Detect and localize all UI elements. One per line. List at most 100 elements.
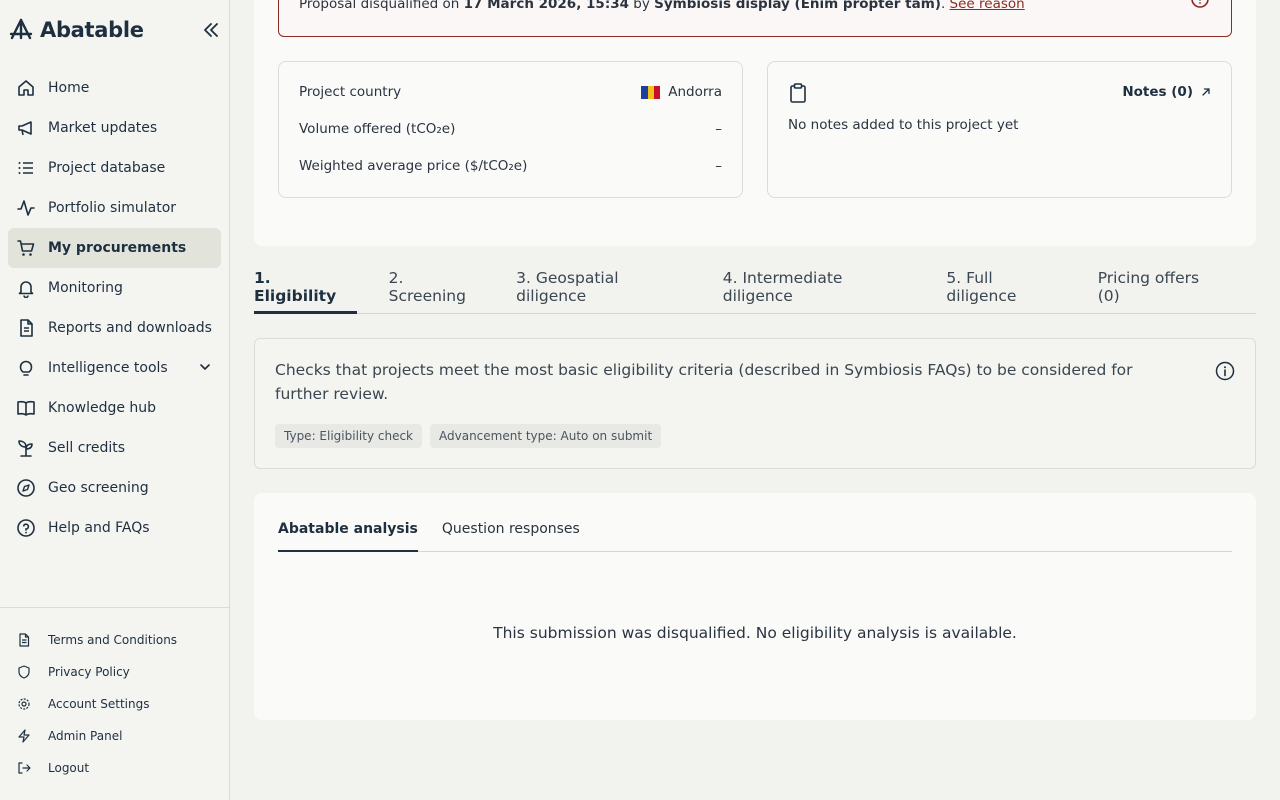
sidebar-item-project-database[interactable]: Project database <box>8 148 221 188</box>
document-icon <box>16 318 36 338</box>
list-icon <box>16 158 36 178</box>
collapse-sidebar-button[interactable] <box>200 20 222 40</box>
tab-intermediate-diligence[interactable]: 4. Intermediate diligence <box>723 262 915 313</box>
see-reason-link[interactable]: See reason <box>950 0 1025 12</box>
alert-text: Proposal disqualified on 17 March 2026, … <box>299 0 1025 12</box>
stage-chips: Type: Eligibility check Advancement type… <box>275 424 662 448</box>
analysis-tabs: Abatable analysis Question responses <box>278 507 1232 552</box>
bolt-icon <box>16 728 32 744</box>
tab-pricing-offers[interactable]: Pricing offers (0) <box>1098 262 1224 313</box>
sidebar-item-market-updates[interactable]: Market updates <box>8 108 221 148</box>
sidebar-item-label: Portfolio simulator <box>48 200 177 216</box>
alert-period: . <box>940 0 950 12</box>
main-nav: Home Market updates Project database Por… <box>8 68 221 548</box>
arrow-up-right-icon <box>1202 88 1210 96</box>
type-chip: Type: Eligibility check <box>275 424 422 448</box>
disqualified-alert: Proposal disqualified on 17 March 2026, … <box>278 0 1232 37</box>
andorra-flag-icon <box>641 85 661 99</box>
sidebar-divider <box>0 607 229 608</box>
footer-item-label: Logout <box>48 761 90 775</box>
compass-icon <box>16 478 36 498</box>
sidebar-item-geo-screening[interactable]: Geo screening <box>8 468 221 508</box>
sidebar-item-home[interactable]: Home <box>8 68 221 108</box>
alert-date: 17 March 2026, 15:34 <box>463 0 629 12</box>
sidebar-item-intelligence-tools[interactable]: Intelligence tools <box>8 348 221 388</box>
footer-item-label: Terms and Conditions <box>48 633 178 647</box>
sidebar-item-label: Sell credits <box>48 440 126 456</box>
tab-question-responses[interactable]: Question responses <box>442 507 580 551</box>
sidebar-item-label: Help and FAQs <box>48 520 150 536</box>
weighted-price-row: Weighted average price ($/tCO₂e) – <box>299 156 722 176</box>
footer-item-terms[interactable]: Terms and Conditions <box>8 624 221 656</box>
footer-item-label: Privacy Policy <box>48 665 130 679</box>
gear-icon <box>16 696 32 712</box>
brand-name: Abatable <box>40 18 144 42</box>
sidebar-item-label: Monitoring <box>48 280 123 296</box>
sidebar-item-label: Geo screening <box>48 480 149 496</box>
chevron-down-icon <box>200 364 210 370</box>
book-icon <box>16 398 36 418</box>
activity-icon <box>16 198 36 218</box>
project-country-value: Andorra <box>668 84 722 100</box>
notes-link[interactable]: Notes (0) <box>1122 84 1211 100</box>
sidebar-item-label: Home <box>48 80 90 96</box>
weighted-price-value: – <box>715 158 722 174</box>
volume-offered-label: Volume offered (tCO₂e) <box>299 121 456 137</box>
megaphone-icon <box>16 118 36 138</box>
stage-description-box: Checks that projects meet the most basic… <box>254 338 1256 469</box>
project-info-card: Project country Andorra Volume offered (… <box>278 61 743 198</box>
info-icon[interactable] <box>1215 361 1235 381</box>
notes-link-label: Notes (0) <box>1122 84 1193 100</box>
tab-screening[interactable]: 2. Screening <box>389 262 485 313</box>
tab-eligibility[interactable]: 1. Eligibility <box>254 262 357 314</box>
sidebar-item-label: Market updates <box>48 120 158 136</box>
weighted-price-label: Weighted average price ($/tCO₂e) <box>299 158 528 174</box>
sidebar-item-help-and-faqs[interactable]: Help and FAQs <box>8 508 221 548</box>
sidebar-item-label: Project database <box>48 160 166 176</box>
tab-geospatial-diligence[interactable]: 3. Geospatial diligence <box>516 262 691 313</box>
help-icon <box>16 518 36 538</box>
sidebar-item-label: Reports and downloads <box>48 320 212 336</box>
document-icon <box>16 632 32 648</box>
footer-item-admin-panel[interactable]: Admin Panel <box>8 720 221 752</box>
sidebar-item-monitoring[interactable]: Monitoring <box>8 268 221 308</box>
sidebar: Abatable Home Market updates Project dat… <box>0 0 230 800</box>
bell-icon <box>16 278 36 298</box>
lightbulb-icon <box>16 358 36 378</box>
analysis-card: Abatable analysis Question responses Thi… <box>254 493 1256 720</box>
sidebar-item-portfolio-simulator[interactable]: Portfolio simulator <box>8 188 221 228</box>
home-icon <box>16 78 36 98</box>
volume-offered-row: Volume offered (tCO₂e) – <box>299 119 722 139</box>
footer-item-label: Admin Panel <box>48 729 123 743</box>
project-country-label: Project country <box>299 84 402 100</box>
sidebar-item-my-procurements[interactable]: My procurements <box>8 228 221 268</box>
notes-empty-text: No notes added to this project yet <box>788 117 1019 133</box>
alert-circle-icon <box>1191 0 1209 8</box>
alert-actor: Symbiosis display (Enim propter tam) <box>654 0 941 12</box>
footer-item-account-settings[interactable]: Account Settings <box>8 688 221 720</box>
tab-full-diligence[interactable]: 5. Full diligence <box>946 262 1065 313</box>
footer-nav: Terms and Conditions Privacy Policy Acco… <box>8 624 221 784</box>
clipboard-icon <box>790 83 806 103</box>
shield-icon <box>16 664 32 680</box>
sidebar-item-sell-credits[interactable]: Sell credits <box>8 428 221 468</box>
sidebar-item-label: My procurements <box>48 240 187 256</box>
footer-item-logout[interactable]: Logout <box>8 752 221 784</box>
footer-item-label: Account Settings <box>48 697 150 711</box>
alert-by: by <box>629 0 655 12</box>
notes-card: Notes (0) No notes added to this project… <box>767 61 1232 198</box>
brand-logo[interactable]: Abatable <box>8 16 144 44</box>
alert-prefix: Proposal disqualified on <box>299 0 464 12</box>
sidebar-item-label: Intelligence tools <box>48 360 168 376</box>
sprout-icon <box>16 438 36 458</box>
advancement-type-chip: Advancement type: Auto on submit <box>430 424 662 448</box>
sidebar-item-reports-and-downloads[interactable]: Reports and downloads <box>8 308 221 348</box>
abatable-logo-icon <box>9 18 33 40</box>
sidebar-item-knowledge-hub[interactable]: Knowledge hub <box>8 388 221 428</box>
footer-item-privacy[interactable]: Privacy Policy <box>8 656 221 688</box>
logout-icon <box>16 760 32 776</box>
sidebar-item-label: Knowledge hub <box>48 400 157 416</box>
volume-offered-value: – <box>715 121 722 137</box>
tab-abatable-analysis[interactable]: Abatable analysis <box>278 507 418 552</box>
chevrons-left-icon <box>204 23 218 37</box>
